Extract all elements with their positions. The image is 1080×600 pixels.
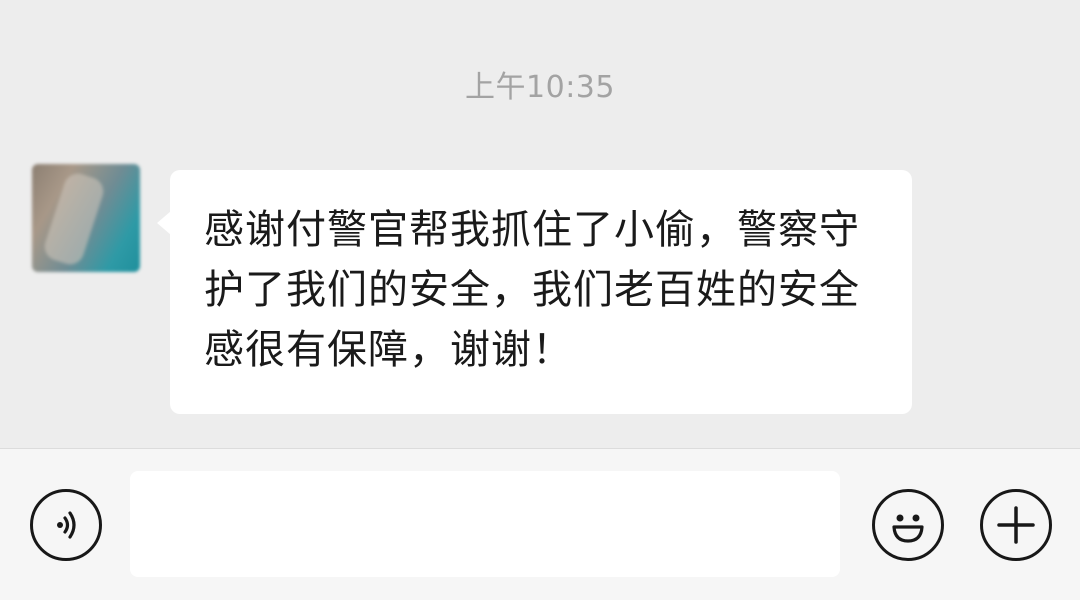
voice-icon xyxy=(46,505,86,545)
message-bubble[interactable]: 感谢付警官帮我抓住了小偷，警察守护了我们的安全，我们老百姓的安全感很有保障，谢谢… xyxy=(170,170,912,414)
avatar[interactable] xyxy=(32,164,140,272)
chat-area: 上午10:35 感谢付警官帮我抓住了小偷，警察守护了我们的安全，我们老百姓的安全… xyxy=(0,0,1080,448)
plus-icon xyxy=(994,503,1038,547)
bubble-tail xyxy=(157,211,171,235)
message-text: 感谢付警官帮我抓住了小偷，警察守护了我们的安全，我们老百姓的安全感很有保障，谢谢… xyxy=(204,207,860,373)
emoji-icon xyxy=(885,502,931,548)
voice-button[interactable] xyxy=(30,489,102,561)
message-input[interactable] xyxy=(130,471,840,577)
input-bar xyxy=(0,448,1080,600)
more-button[interactable] xyxy=(980,489,1052,561)
emoji-button[interactable] xyxy=(872,489,944,561)
message-timestamp: 上午10:35 xyxy=(465,70,615,105)
